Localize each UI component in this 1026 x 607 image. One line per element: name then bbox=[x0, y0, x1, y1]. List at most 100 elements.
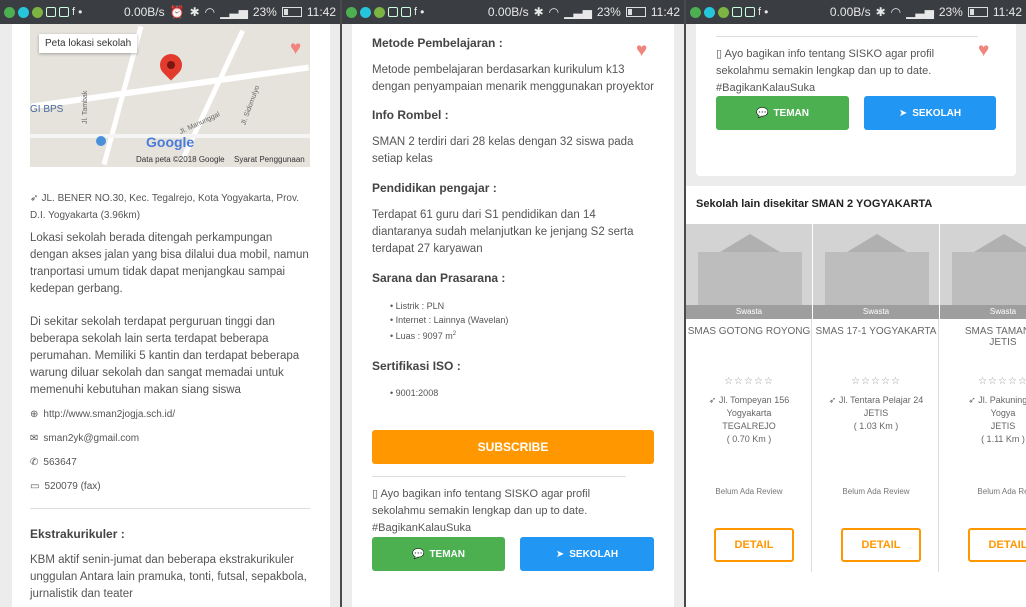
map-street-label: Jl. Sidomulyo bbox=[240, 84, 262, 127]
school-name: SMAS GOTONG ROYONG bbox=[687, 326, 811, 337]
chat-icon: 💬 bbox=[755, 107, 769, 119]
clock: 11:42 bbox=[992, 5, 1022, 19]
iso-heading: Sertifikasi ISO : bbox=[372, 359, 461, 373]
school-card[interactable]: Swasta SMAS 17-1 YOGYAKARTA ☆☆☆☆☆ ➶ Jl. … bbox=[813, 224, 939, 572]
status-bar: f • 0.00B/s ✱ ◠ ▁▃▅ 23% 11:42 bbox=[342, 0, 684, 24]
map-terms-link[interactable]: Syarat Penggunaan bbox=[234, 155, 305, 164]
fax-row: ▭ 520079 (fax) bbox=[30, 481, 101, 492]
share-prompt: ▯ Ayo bagikan info tentang SISKO agar pr… bbox=[716, 48, 935, 94]
pengajar-text: Terdapat 61 guru dari S1 pendidikan dan … bbox=[372, 209, 634, 255]
facebook-icon: f bbox=[72, 6, 76, 18]
map-place-label: GI BPS bbox=[30, 104, 64, 115]
bluetooth-icon: ✱ bbox=[533, 5, 544, 19]
location-arrow-icon: ➶ bbox=[30, 193, 39, 204]
map-street-label: Jl. Tambak bbox=[82, 90, 89, 124]
school-address: ➶ Jl. Tentara Pelajar 24 JETIS ( 1.03 Km… bbox=[828, 395, 924, 431]
email-row[interactable]: ✉ sman2yk@gmail.com bbox=[30, 433, 139, 444]
school-type-badge: Swasta bbox=[686, 305, 812, 319]
fax-number: 520079 (fax) bbox=[44, 481, 101, 492]
globe-icon: ⊕ bbox=[30, 409, 39, 420]
school-address: ➶ Jl. Pakuningrat Yogya JETIS ( 1.11 Km … bbox=[968, 395, 1026, 444]
school-building-image: Swasta bbox=[940, 224, 1026, 319]
wifi-icon: ◠ bbox=[204, 5, 216, 19]
app-icon bbox=[374, 6, 385, 18]
divider bbox=[716, 36, 978, 37]
whatsapp-icon bbox=[4, 6, 15, 18]
school-type-badge: Swasta bbox=[940, 305, 1026, 319]
rating-stars: ☆☆☆☆☆ bbox=[851, 376, 901, 387]
google-logo: Google bbox=[146, 134, 195, 150]
battery-percent: 23% bbox=[596, 5, 621, 19]
school-address: ➶ Jl. Tompeyan 156 Yogyakarta TEGALREJO … bbox=[708, 395, 790, 444]
more-icon: • bbox=[78, 5, 83, 19]
app-icon bbox=[704, 6, 715, 18]
sarana-list: • Listrik : PLN • Internet : Lainnya (Wa… bbox=[390, 299, 508, 343]
more-icon: • bbox=[420, 5, 425, 19]
rating-stars: ☆☆☆☆☆ bbox=[724, 376, 774, 387]
share-friend-button[interactable]: 💬 TEMAN bbox=[716, 96, 849, 130]
share-school-button[interactable]: ➤ SEKOLAH bbox=[520, 537, 654, 571]
share-prompt: ▯ Ayo bagikan info tentang SISKO agar pr… bbox=[372, 488, 591, 534]
app-icon bbox=[18, 6, 29, 18]
divider bbox=[372, 476, 626, 477]
network-speed: 0.00B/s bbox=[123, 5, 165, 19]
whatsapp-icon bbox=[690, 6, 701, 18]
website-row[interactable]: ⊕ http://www.sman2jogja.sch.id/ bbox=[30, 409, 175, 420]
rombel-text: SMAN 2 terdiri dari 28 kelas dengan 32 s… bbox=[372, 136, 634, 165]
image-icon bbox=[745, 7, 755, 17]
detail-button[interactable]: DETAIL bbox=[841, 528, 921, 562]
list-item: • Listrik : PLN bbox=[390, 301, 445, 311]
bookmark-icon: ▯ bbox=[372, 488, 379, 500]
phone-screen-3: f • 0.00B/s ✱ ◠ ▁▃▅ 23% 11:42 ♥ ▯ Ayo ba… bbox=[686, 0, 1026, 607]
favorite-heart-icon[interactable]: ♥ bbox=[636, 40, 647, 62]
detail-button[interactable]: DETAIL bbox=[714, 528, 794, 562]
gallery-icon bbox=[388, 7, 398, 17]
school-building-image: Swasta bbox=[813, 224, 939, 319]
metode-text: Metode pembelajaran berdasarkan kurikulu… bbox=[372, 64, 654, 93]
detail-button[interactable]: DETAIL bbox=[968, 528, 1026, 562]
facebook-icon: f bbox=[414, 6, 418, 18]
map-poi-icon bbox=[96, 136, 106, 146]
mail-icon: ✉ bbox=[30, 433, 39, 444]
clock: 11:42 bbox=[650, 5, 680, 19]
phone-number[interactable]: 563647 bbox=[43, 457, 76, 468]
screenshot-collage: f • 0.00B/s ⏰ ✱ ◠ ▁▃▅ 23% 11:42 Peta lok… bbox=[0, 0, 1026, 607]
share-friend-button[interactable]: 💬 TEMAN bbox=[372, 537, 505, 571]
nearby-heading: Sekolah lain disekitar SMAN 2 YOGYAKARTA bbox=[696, 198, 933, 210]
location-arrow-icon: ➶ bbox=[968, 395, 976, 405]
wifi-icon: ◠ bbox=[890, 5, 902, 19]
status-bar: f • 0.00B/s ✱ ◠ ▁▃▅ 23% 11:42 bbox=[686, 0, 1026, 24]
share-school-button[interactable]: ➤ SEKOLAH bbox=[864, 96, 996, 130]
email-link[interactable]: sman2yk@gmail.com bbox=[43, 433, 139, 444]
subscribe-button[interactable]: SUBSCRIBE bbox=[372, 430, 654, 464]
metode-heading: Metode Pembelajaran : bbox=[372, 36, 503, 50]
map-copyright: Data peta ©2018 Google bbox=[136, 155, 225, 164]
phone-row[interactable]: ✆ 563647 bbox=[30, 457, 77, 468]
bluetooth-icon: ✱ bbox=[189, 5, 200, 19]
map-pin-icon bbox=[155, 49, 187, 81]
bluetooth-icon: ✱ bbox=[875, 5, 886, 19]
status-bar: f • 0.00B/s ⏰ ✱ ◠ ▁▃▅ 23% 11:42 bbox=[0, 0, 340, 24]
whatsapp-icon bbox=[346, 6, 357, 18]
school-location-map[interactable]: Peta lokasi sekolah GI BPS Jl. Tambak Jl… bbox=[30, 24, 310, 167]
school-type-badge: Swasta bbox=[813, 305, 939, 319]
review-status: Belum Ada Review bbox=[715, 487, 783, 496]
address-block: ➶ JL. BENER NO.30, Kec. Tegalrejo, Kota … bbox=[30, 190, 310, 224]
battery-icon bbox=[625, 7, 646, 17]
favorite-heart-icon[interactable]: ♥ bbox=[978, 40, 989, 62]
website-link[interactable]: http://www.sman2jogja.sch.id/ bbox=[43, 409, 175, 420]
surroundings-description: Di sekitar sekolah terdapat perguruan ti… bbox=[30, 316, 300, 396]
gallery-icon bbox=[732, 7, 742, 17]
clock: 11:42 bbox=[306, 5, 336, 19]
school-card[interactable]: Swasta SMAS GOTONG ROYONG ☆☆☆☆☆ ➶ Jl. To… bbox=[686, 224, 812, 572]
pengajar-heading: Pendidikan pengajar : bbox=[372, 181, 497, 195]
sarana-heading: Sarana dan Prasarana : bbox=[372, 271, 506, 285]
app-icon bbox=[718, 6, 729, 18]
facebook-icon: f bbox=[758, 6, 762, 18]
ekstrakurikuler-text: KBM aktif senin-jumat dan beberapa ekstr… bbox=[30, 554, 307, 600]
network-speed: 0.00B/s bbox=[829, 5, 871, 19]
favorite-heart-icon[interactable]: ♥ bbox=[290, 38, 301, 60]
school-card[interactable]: Swasta SMAS TAMAN M JETIS ☆☆☆☆☆ ➶ Jl. Pa… bbox=[940, 224, 1026, 572]
network-speed: 0.00B/s bbox=[487, 5, 529, 19]
image-icon bbox=[59, 7, 69, 17]
